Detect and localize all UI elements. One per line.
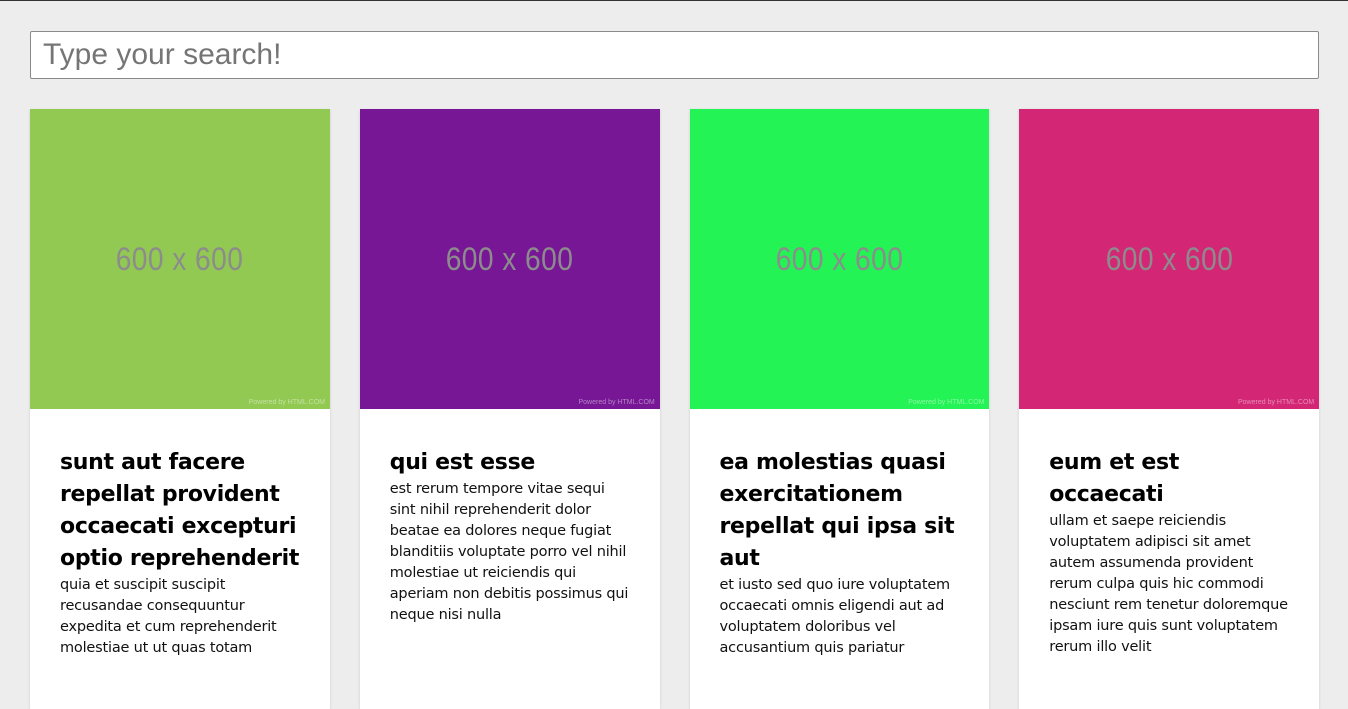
card-image-placeholder-label: 600 x 600 (116, 240, 244, 277)
card-title: eum et est occaecati (1049, 450, 1180, 507)
card-image-credit: Powered by HTML.COM (578, 399, 655, 406)
card-body: sunt aut facere repellat provident occae… (30, 409, 330, 659)
search-input[interactable] (30, 31, 1319, 79)
card-image: 600 x 600 Powered by HTML.COM (359, 109, 660, 409)
card-title: qui est esse (389, 450, 536, 475)
card-image-placeholder-label: 600 x 600 (775, 240, 904, 277)
card-text: et iusto sed quo iure voluptatem occaeca… (719, 577, 951, 656)
card-body: qui est esse est rerum tempore vitae seq… (360, 409, 660, 626)
card-text: est rerum tempore vitae sequi sint nihil… (389, 481, 629, 623)
card-title: ea molestias quasi exercitationem repell… (719, 450, 955, 571)
post-card[interactable]: 600 x 600 Powered by HTML.COM qui est es… (359, 109, 660, 709)
card-grid: 600 x 600 Powered by HTML.COM sunt aut f… (30, 109, 1319, 709)
search-bar (30, 31, 1319, 79)
card-image: 600 x 600 Powered by HTML.COM (30, 109, 330, 409)
card-image-credit: Powered by HTML.COM (908, 399, 985, 406)
post-card[interactable]: 600 x 600 Powered by HTML.COM eum et est… (1019, 109, 1319, 709)
card-image: 600 x 600 Powered by HTML.COM (1019, 109, 1319, 409)
card-body: eum et est occaecati ullam et saepe reic… (1019, 409, 1319, 658)
card-image-credit: Powered by HTML.COM (1238, 399, 1315, 406)
card-text: ullam et saepe reiciendis voluptatem adi… (1049, 513, 1288, 655)
card-image-placeholder-label: 600 x 600 (1105, 240, 1234, 277)
card-title: sunt aut facere repellat provident occae… (60, 450, 300, 571)
card-image: 600 x 600 Powered by HTML.COM (689, 109, 990, 409)
post-card[interactable]: 600 x 600 Powered by HTML.COM ea molesti… (689, 109, 990, 709)
card-image-credit: Powered by HTML.COM (248, 399, 325, 406)
card-image-placeholder-label: 600 x 600 (445, 240, 574, 277)
card-body: ea molestias quasi exercitationem repell… (690, 409, 990, 659)
post-card[interactable]: 600 x 600 Powered by HTML.COM sunt aut f… (30, 109, 330, 709)
card-text: quia et suscipit suscipit recusandae con… (60, 577, 277, 656)
